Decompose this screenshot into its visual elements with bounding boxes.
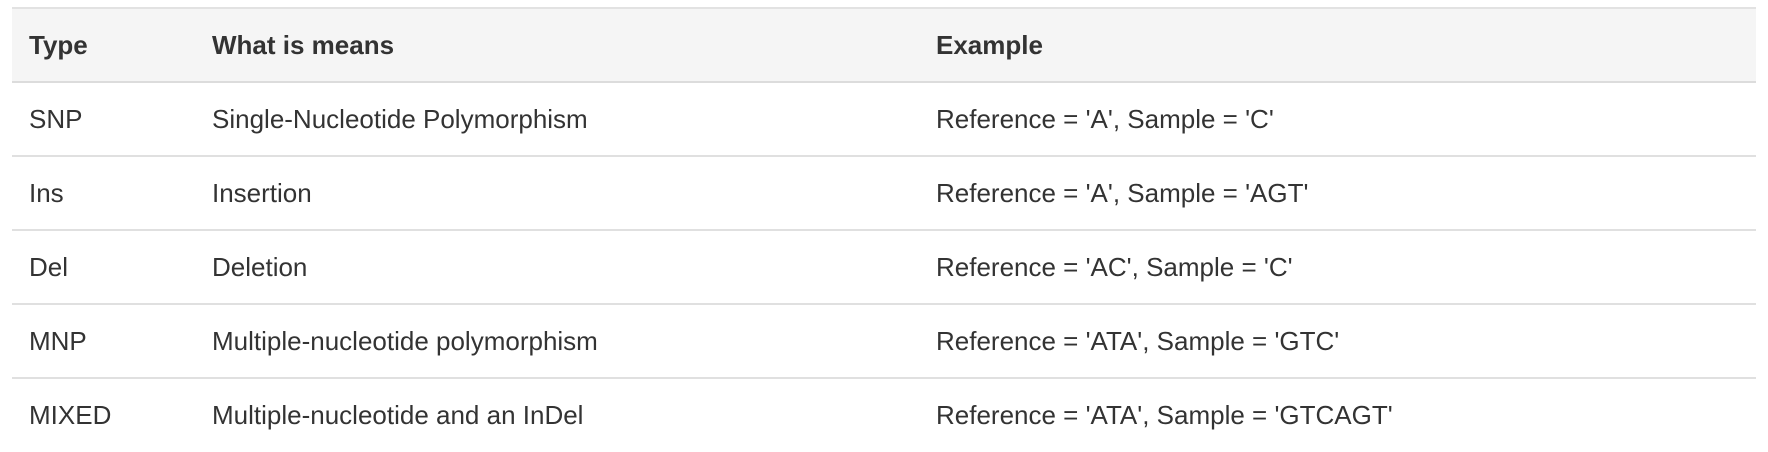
cell-type: MIXED (29, 400, 112, 430)
header-row: Type What is means Example (12, 7, 1756, 83)
cell-example: Reference = 'ATA', Sample = 'GTCAGT' (936, 400, 1393, 430)
table-row: MIXED Multiple-nucleotide and an InDel R… (12, 378, 1756, 452)
cell-example: Reference = 'A', Sample = 'AGT' (919, 156, 1756, 231)
variant-types-table-container: Type What is means Example SNP Single-Nu… (12, 7, 1756, 452)
cell-type: Ins (12, 156, 195, 231)
table-header: Type What is means Example (12, 7, 1756, 83)
cell-meaning: Multiple-nucleotide polymorphism (195, 304, 919, 379)
cell-meaning: Deletion (195, 230, 919, 305)
table-row: SNP Single-Nucleotide Polymorphism Refer… (12, 82, 1756, 157)
table-row: Del Deletion Reference = 'AC', Sample = … (12, 230, 1756, 305)
cell-meaning: Multiple-nucleotide and an InDel (212, 400, 584, 430)
table-row: Ins Insertion Reference = 'A', Sample = … (12, 156, 1756, 231)
header-example: Example (919, 7, 1756, 83)
cell-example: Reference = 'AC', Sample = 'C' (919, 230, 1756, 305)
cell-type: Del (12, 230, 195, 305)
table-body: SNP Single-Nucleotide Polymorphism Refer… (12, 82, 1756, 452)
variant-types-table: Type What is means Example SNP Single-Nu… (12, 7, 1756, 452)
header-type: Type (12, 7, 195, 83)
cell-meaning: Single-Nucleotide Polymorphism (195, 82, 919, 157)
cell-example: Reference = 'A', Sample = 'C' (919, 82, 1756, 157)
cell-meaning: Insertion (195, 156, 919, 231)
cell-type: MNP (12, 304, 195, 379)
table-row: MNP Multiple-nucleotide polymorphism Ref… (12, 304, 1756, 379)
cell-example: Reference = 'ATA', Sample = 'GTC' (919, 304, 1756, 379)
cell-type: SNP (12, 82, 195, 157)
header-what-is-means: What is means (195, 7, 919, 83)
